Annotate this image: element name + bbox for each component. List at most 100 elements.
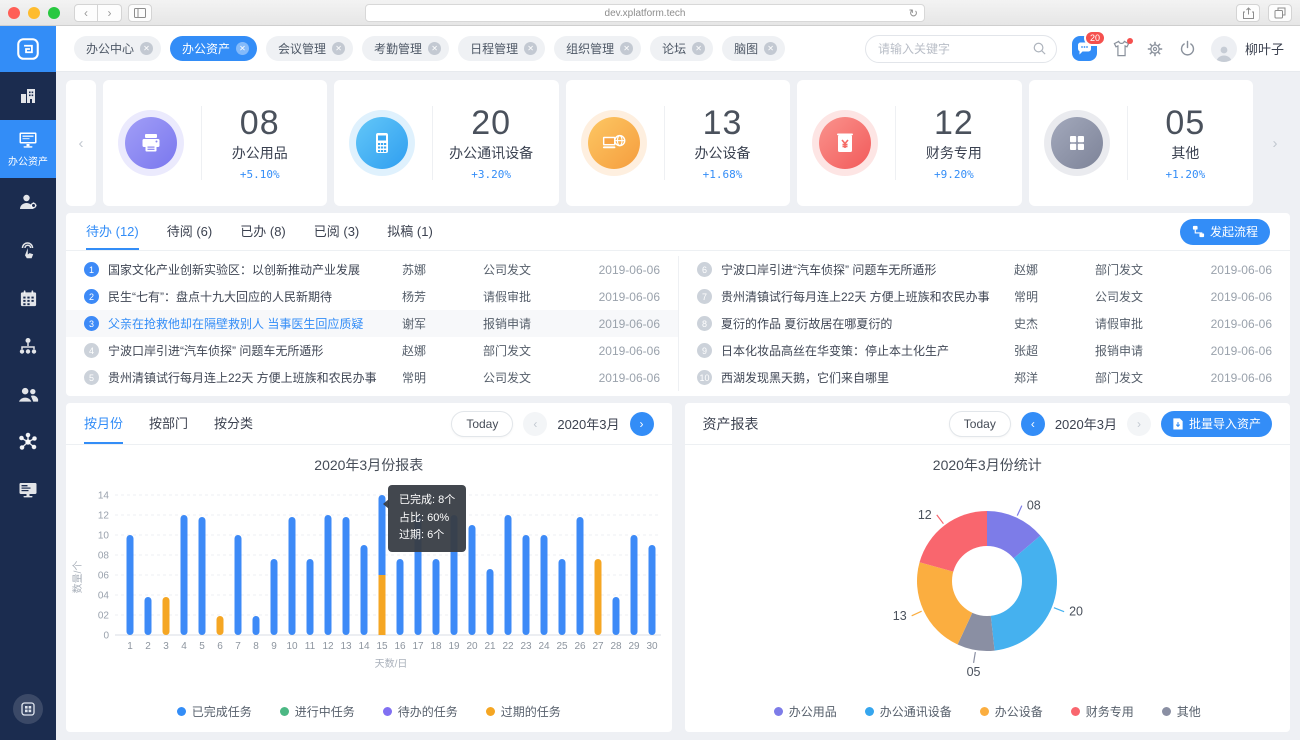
task-title: 贵州清镇试行每月连上22天 方便上班族和农民办事 — [721, 288, 1005, 305]
refresh-icon[interactable]: ↻ — [909, 7, 918, 20]
sidebar-item-touch[interactable] — [0, 226, 56, 274]
module-tab[interactable]: 论坛✕ — [650, 36, 713, 61]
stat-card-办公通讯设备[interactable]: 20办公通讯设备+3.20% — [334, 80, 558, 206]
task-title: 父亲在抢救他却在隔壁救别人 当事医生回应质疑 — [108, 315, 393, 332]
today-button-left[interactable]: Today — [451, 411, 513, 437]
close-icon[interactable]: ✕ — [620, 42, 633, 55]
share-icon[interactable] — [1236, 4, 1260, 22]
network-icon — [18, 432, 38, 452]
start-flow-button[interactable]: 发起流程 — [1180, 219, 1270, 245]
task-row[interactable]: 4宁波口岸引进“汽车侦探” 问题车无所遁形赵娜部门发文2019-06-06 — [66, 337, 678, 364]
task-row[interactable]: 7贵州清镇试行每月连上22天 方便上班族和农民办事常明公司发文2019-06-0… — [679, 283, 1290, 310]
module-tab[interactable]: 会议管理✕ — [266, 36, 353, 61]
close-icon[interactable]: ✕ — [692, 42, 705, 55]
messages-button[interactable]: 20 — [1072, 36, 1097, 61]
asset-report-title: 资产报表 — [703, 414, 759, 434]
bulk-import-button[interactable]: 批量导入资产 — [1161, 411, 1272, 437]
theme-button[interactable] — [1112, 40, 1131, 57]
close-icon[interactable]: ✕ — [764, 42, 777, 55]
task-tab[interactable]: 拟稿 (1) — [387, 213, 433, 250]
stat-card-办公设备[interactable]: 13办公设备+1.68% — [566, 80, 790, 206]
logout-button[interactable] — [1179, 40, 1196, 57]
sidebar-item-network[interactable] — [0, 418, 56, 466]
task-tab[interactable]: 已办 (8) — [240, 213, 286, 250]
stat-card-其他[interactable]: 05其他+1.20% — [1029, 80, 1253, 206]
app-logo[interactable] — [0, 26, 56, 72]
sidebar-item-user-gear[interactable] — [0, 178, 56, 226]
settings-button[interactable] — [1146, 40, 1164, 58]
task-row[interactable]: 3父亲在抢救他却在隔壁救别人 当事医生回应质疑谢军报销申请2019-06-06 — [66, 310, 678, 337]
report-tab[interactable]: 按月份 — [84, 403, 123, 444]
carousel-prev-button[interactable]: ‹ — [66, 80, 96, 206]
legend-item[interactable]: 进行中任务 — [280, 703, 355, 720]
close-window-icon[interactable] — [8, 7, 20, 19]
sidebar-item-calendar[interactable] — [0, 274, 56, 322]
close-icon[interactable]: ✕ — [332, 42, 345, 55]
module-tab[interactable]: 考勤管理✕ — [362, 36, 449, 61]
task-row[interactable]: 5贵州清镇试行每月连上22天 方便上班族和农民办事常明公司发文2019-06-0… — [66, 364, 678, 391]
flow-icon — [1192, 225, 1205, 238]
next-month-left[interactable]: › — [630, 412, 654, 436]
sidebar-item-people[interactable] — [0, 370, 56, 418]
task-row[interactable]: 1国家文化产业创新实验区：以创新推动产业发展苏娜公司发文2019-06-06 — [66, 256, 678, 283]
stat-card-财务专用[interactable]: 12财务专用+9.20% — [797, 80, 1021, 206]
sidebar-item-screen[interactable] — [0, 466, 56, 514]
sidebar-collapse-button[interactable] — [13, 694, 43, 724]
bar-chart-title: 2020年3月份报表 — [314, 455, 423, 475]
legend-item[interactable]: 过期的任务 — [486, 703, 561, 720]
zoom-window-icon[interactable] — [48, 7, 60, 19]
report-tab[interactable]: 按分类 — [214, 403, 253, 444]
task-row[interactable]: 2民生“七有”：盘点十九大回应的人民新期待杨芳请假审批2019-06-06 — [66, 283, 678, 310]
legend-item[interactable]: 财务专用 — [1071, 703, 1134, 720]
task-row[interactable]: 9日本化妆品高丝在华变策：停止本土化生产张超报销申请2019-06-06 — [679, 337, 1290, 364]
forward-icon[interactable]: › — [98, 4, 122, 22]
next-month-right[interactable]: › — [1127, 412, 1151, 436]
today-button-right[interactable]: Today — [949, 411, 1011, 437]
module-tab[interactable]: 日程管理✕ — [458, 36, 545, 61]
module-tab[interactable]: 办公中心✕ — [74, 36, 161, 61]
donut-chart-area[interactable]: 2020年3月份统计 0820051312 办公用品办公通讯设备办公设备财务专用… — [685, 445, 1291, 732]
user-menu[interactable]: 柳叶子 — [1211, 36, 1284, 62]
legend-item[interactable]: 其他 — [1162, 703, 1201, 720]
close-icon[interactable]: ✕ — [524, 42, 537, 55]
module-tab[interactable]: 组织管理✕ — [554, 36, 641, 61]
address-bar[interactable]: dev.xplatform.tech ↻ — [365, 4, 925, 22]
svg-text:27: 27 — [592, 641, 604, 652]
svg-text:10: 10 — [98, 531, 110, 542]
stat-card-办公用品[interactable]: 08办公用品+5.10% — [103, 80, 327, 206]
legend-item[interactable]: 已完成任务 — [177, 703, 252, 720]
legend-item[interactable]: 办公通讯设备 — [865, 703, 952, 720]
legend-item[interactable]: 待办的任务 — [383, 703, 458, 720]
stat-value: 20 — [471, 105, 511, 142]
minimize-window-icon[interactable] — [28, 7, 40, 19]
sidebar-item-orgchart[interactable] — [0, 322, 56, 370]
back-icon[interactable]: ‹ — [74, 4, 98, 22]
legend-item[interactable]: 办公用品 — [774, 703, 837, 720]
sidebar-toggle-icon[interactable] — [128, 4, 152, 22]
task-row[interactable]: 8夏衍的作品 夏衍故居在哪夏衍的史杰请假审批2019-06-06 — [679, 310, 1290, 337]
tabs-icon[interactable] — [1268, 4, 1292, 22]
search-input[interactable] — [865, 35, 1057, 63]
prev-month-left[interactable]: ‹ — [523, 412, 547, 436]
search-icon[interactable] — [1032, 41, 1047, 56]
sidebar-item-monitor[interactable]: 办公资产 — [0, 120, 56, 178]
monthly-report-panel: 按月份按部门按分类 Today ‹ 2020年3月 › 2020年3月份报表 0… — [66, 403, 672, 732]
carousel-next-button[interactable]: › — [1260, 80, 1290, 206]
module-tab[interactable]: 办公资产✕ — [170, 36, 257, 61]
task-tab[interactable]: 待办 (12) — [86, 213, 139, 250]
close-icon[interactable]: ✕ — [140, 42, 153, 55]
task-tab[interactable]: 待阅 (6) — [167, 213, 213, 250]
browser-chrome: ‹ › dev.xplatform.tech ↻ — [0, 0, 1300, 26]
legend-item[interactable]: 办公设备 — [980, 703, 1043, 720]
task-tab[interactable]: 已阅 (3) — [314, 213, 360, 250]
task-row[interactable]: 10西湖发现黑天鹅，它们来自哪里郑洋部门发文2019-06-06 — [679, 364, 1290, 391]
grid-icon — [1051, 117, 1103, 169]
prev-month-right[interactable]: ‹ — [1021, 412, 1045, 436]
report-tab[interactable]: 按部门 — [149, 403, 188, 444]
module-tab[interactable]: 脑图✕ — [722, 36, 785, 61]
close-icon[interactable]: ✕ — [236, 42, 249, 55]
task-row[interactable]: 6宁波口岸引进“汽车侦探” 问题车无所遁形赵娜部门发文2019-06-06 — [679, 256, 1290, 283]
close-icon[interactable]: ✕ — [428, 42, 441, 55]
sidebar-item-building[interactable] — [0, 72, 56, 120]
bar-chart-area[interactable]: 2020年3月份报表 002040608101214数量/个1234567891… — [66, 445, 672, 732]
